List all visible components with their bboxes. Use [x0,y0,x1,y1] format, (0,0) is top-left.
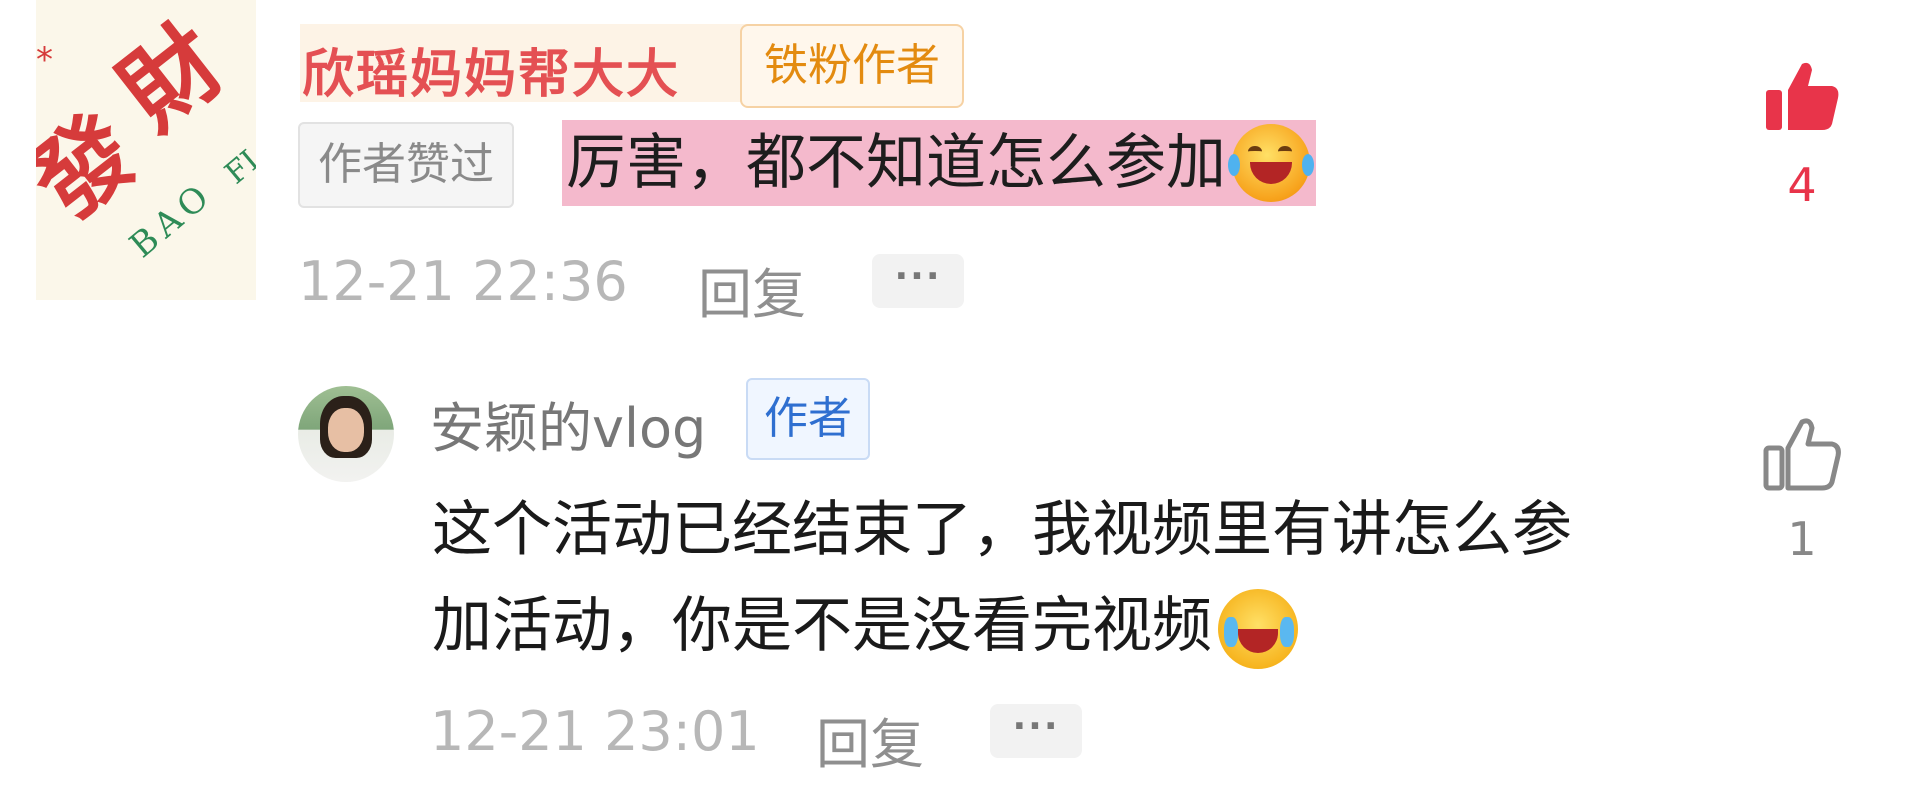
star-decoration: * [36,40,53,80]
fan-author-badge: 铁粉作者 [740,24,964,108]
reply-reply-button[interactable]: 回复 [816,700,924,779]
avatar-glyph-1: 發 [36,93,157,242]
reply-more-options-button[interactable]: ··· [990,704,1082,758]
commenter-username[interactable]: 欣瑶妈妈帮大大 [300,24,760,102]
avatar-subtext-2: FI [218,143,256,192]
reply-timestamp: 12-21 23:01 [430,700,760,763]
reply-like-count: 1 [1787,512,1817,566]
commenter-avatar[interactable]: * 發 財 BAO FI [36,0,256,300]
comment-timestamp: 12-21 22:36 [298,250,628,313]
reply-like-button[interactable] [1762,414,1842,498]
comment-text: 厉害，都不知道怎么参加 [562,120,1316,206]
like-count: 4 [1787,158,1817,212]
like-button[interactable] [1762,56,1842,140]
thumbs-up-filled-icon [1766,62,1839,130]
author-username[interactable]: 安颖的vlog [430,384,706,463]
laughing-tears-emoji-icon [1228,124,1314,202]
more-options-button[interactable]: ··· [872,254,964,308]
crying-face-emoji-icon [1218,589,1298,670]
avatar-glyph-2: 財 [99,3,245,152]
author-liked-badge: 作者赞过 [298,122,514,208]
author-badge: 作者 [746,378,870,460]
commenter-username-text: 欣瑶妈妈帮大大 [302,45,681,102]
thumbs-up-outline-icon [1763,418,1841,491]
reply-text: 这个活动已经结束了，我视频里有讲怎么参加活动，你是不是没看完视频 [432,482,1592,674]
author-avatar[interactable] [298,386,394,482]
reply-button[interactable]: 回复 [698,250,806,329]
comment-text-content: 厉害，都不知道怎么参加 [566,128,1226,198]
reply-text-content: 这个活动已经结束了，我视频里有讲怎么参加活动，你是不是没看完视频 [432,495,1572,661]
